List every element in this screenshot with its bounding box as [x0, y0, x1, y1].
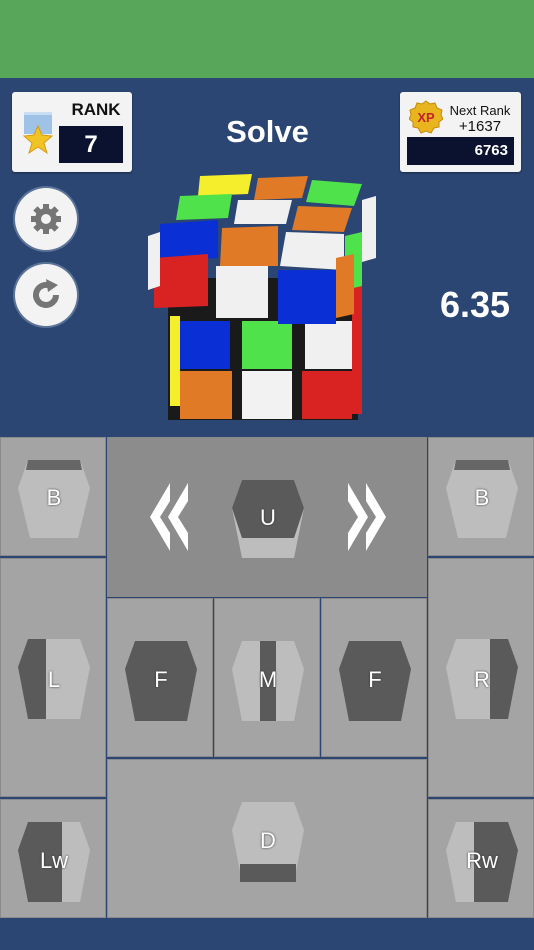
- xp-badge-icon: XP: [409, 100, 443, 134]
- next-rank-gain: +1637: [458, 118, 502, 135]
- bottom-bar: [0, 920, 534, 950]
- settings-button[interactable]: [15, 188, 77, 250]
- svg-text:XP: XP: [417, 110, 435, 125]
- move-r-label: R: [474, 667, 490, 692]
- reset-button[interactable]: [15, 264, 77, 326]
- move-m-label: M: [258, 667, 278, 692]
- move-f-right-label: F: [368, 667, 382, 692]
- move-lw-label: Lw: [39, 848, 69, 873]
- move-f-left-label: F: [154, 667, 168, 692]
- move-lw-button[interactable]: Lw: [0, 799, 106, 918]
- move-r-button[interactable]: R: [428, 558, 534, 797]
- rank-value: 7: [59, 126, 123, 163]
- move-rw-button[interactable]: Rw: [428, 799, 534, 918]
- move-l-button[interactable]: L: [0, 558, 106, 797]
- xp-card: XP Next Rank +1637 6763: [400, 92, 521, 172]
- refresh-icon: [33, 279, 59, 308]
- double-chevron-right-icon[interactable]: [348, 483, 386, 551]
- move-b-left-button[interactable]: B: [0, 437, 106, 556]
- move-u-label[interactable]: U: [228, 505, 308, 531]
- next-rank-label: Next Rank: [449, 103, 511, 118]
- move-d-button[interactable]: D: [107, 759, 427, 918]
- double-chevron-left-icon[interactable]: [150, 483, 188, 551]
- move-d-label: D: [260, 828, 276, 853]
- move-b-left-label: B: [46, 485, 62, 510]
- move-f-right-button[interactable]: F: [321, 598, 427, 757]
- move-b-right-button[interactable]: B: [428, 437, 534, 556]
- move-f-left-button[interactable]: F: [107, 598, 213, 757]
- rank-label: RANK: [71, 100, 121, 119]
- gear-icon: [31, 204, 61, 234]
- move-m-button[interactable]: M: [214, 598, 320, 757]
- rank-card: RANK 7: [12, 92, 132, 172]
- move-b-right-label: B: [474, 485, 490, 510]
- cube-body: [148, 174, 376, 420]
- top-status-bar: [0, 0, 534, 78]
- rubiks-cube-3d: [148, 174, 376, 420]
- medal-icon: [22, 112, 54, 155]
- move-rw-label: Rw: [466, 848, 498, 873]
- move-u-panel: U: [107, 437, 427, 597]
- xp-total: 6763: [407, 137, 514, 165]
- move-l-label: L: [47, 667, 61, 692]
- solve-timer: 6.35: [439, 284, 511, 325]
- mode-title: Solve: [226, 114, 309, 149]
